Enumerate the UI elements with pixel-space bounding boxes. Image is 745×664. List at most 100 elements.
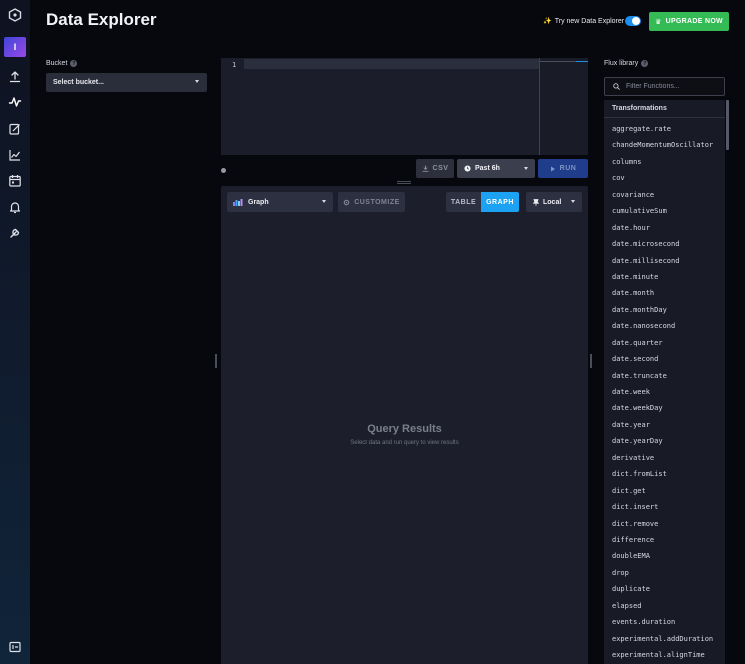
flux-function-item[interactable]: date.week: [604, 384, 725, 400]
download-icon: [422, 165, 428, 172]
flux-function-item[interactable]: date.microsecond: [604, 236, 725, 252]
visualization-type-value: Graph: [248, 198, 269, 206]
dashboards-icon[interactable]: [8, 148, 22, 162]
flux-function-item[interactable]: date.truncate: [604, 368, 725, 384]
flux-function-item[interactable]: events.duration: [604, 614, 725, 630]
csv-download-button[interactable]: CSV: [416, 159, 454, 178]
run-query-button[interactable]: RUN: [538, 159, 588, 178]
flux-function-item[interactable]: elapsed: [604, 598, 725, 614]
sparkle-icon: ✨: [543, 18, 552, 25]
flux-function-item[interactable]: date.second: [604, 351, 725, 367]
flux-function-item[interactable]: difference: [604, 532, 725, 548]
editor-gutter: 1: [221, 58, 244, 155]
help-icon[interactable]: ?: [70, 60, 78, 67]
graph-icon: [233, 198, 243, 206]
pin-icon: [533, 198, 539, 206]
customize-label: CUSTOMIZE: [354, 198, 400, 206]
help-icon[interactable]: ?: [641, 60, 649, 67]
flux-function-item[interactable]: aggregate.rate: [604, 121, 725, 137]
flux-function-item[interactable]: dict.fromList: [604, 466, 725, 482]
flux-function-item[interactable]: experimental.addDuration: [604, 631, 725, 647]
flux-function-item[interactable]: date.monthDay: [604, 302, 725, 318]
alerts-icon[interactable]: [8, 200, 22, 214]
chevron-down-icon: [322, 200, 326, 203]
new-data-explorer-toggle[interactable]: [625, 16, 641, 26]
tasks-icon[interactable]: [8, 174, 22, 188]
run-label: RUN: [559, 165, 577, 172]
flux-function-item[interactable]: date.year: [604, 417, 725, 433]
side-nav: I: [0, 0, 30, 664]
flux-function-item[interactable]: dict.insert: [604, 499, 725, 515]
try-new-label: ✨ Try new Data Explorer: [543, 17, 625, 26]
notebook-icon[interactable]: [8, 122, 22, 136]
flux-function-item[interactable]: doubleEMA: [604, 548, 725, 564]
crown-icon: ♛: [655, 18, 662, 26]
search-icon: [613, 83, 620, 90]
flux-function-item[interactable]: duplicate: [604, 581, 725, 597]
editor-minimap[interactable]: [539, 58, 588, 155]
resize-handle-right[interactable]: [590, 354, 592, 368]
flux-library-label-text: Flux library: [604, 60, 639, 67]
clock-icon: [464, 165, 471, 172]
empty-results-subtitle: Select data and run query to view result…: [350, 440, 459, 446]
flux-function-item[interactable]: date.month: [604, 285, 725, 301]
resize-handle-horizontal[interactable]: [397, 181, 411, 184]
upgrade-now-button[interactable]: ♛ UPGRADE NOW: [649, 12, 729, 31]
flux-function-item[interactable]: date.minute: [604, 269, 725, 285]
org-avatar[interactable]: I: [4, 37, 26, 57]
data-explorer-icon[interactable]: [8, 95, 22, 109]
flux-function-item[interactable]: date.quarter: [604, 335, 725, 351]
flux-function-item[interactable]: date.weekDay: [604, 400, 725, 416]
flux-function-item[interactable]: date.millisecond: [604, 253, 725, 269]
flux-function-item[interactable]: date.hour: [604, 220, 725, 236]
filter-functions-input[interactable]: [626, 83, 721, 90]
chevron-down-icon: [195, 80, 199, 83]
flux-function-item[interactable]: cov: [604, 170, 725, 186]
timezone-dropdown[interactable]: Local: [526, 192, 582, 212]
page-title: Data Explorer: [46, 10, 157, 29]
flux-function-item[interactable]: covariance: [604, 187, 725, 203]
collapse-icon[interactable]: [8, 640, 22, 654]
flux-list-scrollbar[interactable]: [726, 100, 729, 150]
play-icon: [550, 166, 555, 171]
bucket-dropdown[interactable]: Select bucket...: [46, 73, 207, 92]
editor-current-line[interactable]: [244, 59, 584, 69]
flux-function-item[interactable]: dict.get: [604, 483, 725, 499]
flux-editor[interactable]: 1: [221, 58, 588, 155]
run-status-indicator: [221, 168, 226, 173]
view-graph-toggle[interactable]: GRAPH: [481, 192, 519, 212]
customize-button[interactable]: CUSTOMIZE: [338, 192, 405, 212]
view-table-toggle[interactable]: TABLE: [446, 192, 481, 212]
line-number: 1: [232, 61, 237, 69]
flux-function-item[interactable]: dict.remove: [604, 516, 725, 532]
visualization-type-dropdown[interactable]: Graph: [227, 192, 333, 212]
flux-function-item[interactable]: date.nanosecond: [604, 318, 725, 334]
settings-icon[interactable]: [8, 226, 22, 240]
bucket-label: Bucket ?: [46, 60, 78, 67]
csv-label: CSV: [432, 165, 449, 172]
flux-function-item[interactable]: cumulativeSum: [604, 203, 725, 219]
upload-icon[interactable]: [8, 70, 22, 84]
empty-results-title: Query Results: [367, 423, 442, 435]
flux-function-item[interactable]: date.yearDay: [604, 433, 725, 449]
flux-function-item[interactable]: experimental.alignTime: [604, 647, 725, 663]
flux-function-item[interactable]: columns: [604, 154, 725, 170]
filter-functions-field[interactable]: [604, 77, 725, 96]
app-window: I Data Explorer ✨ Try new Data Explorer: [0, 0, 745, 664]
flux-function-item[interactable]: chandeMomentumOscillator: [604, 137, 725, 153]
flux-function-list: aggregate.rate chandeMomentumOscillator co…: [604, 121, 725, 663]
upgrade-label: UPGRADE NOW: [665, 18, 723, 25]
influx-logo-icon[interactable]: [8, 8, 22, 22]
time-range-dropdown[interactable]: Past 6h: [457, 159, 535, 178]
flux-function-item[interactable]: drop: [604, 565, 725, 581]
flux-function-item[interactable]: derivative: [604, 450, 725, 466]
time-range-value: Past 6h: [475, 165, 500, 172]
flux-library-label: Flux library ?: [604, 60, 649, 67]
flux-category-header: Transformations: [604, 100, 725, 118]
gear-icon: [343, 199, 350, 205]
resize-handle-left[interactable]: [215, 354, 217, 368]
try-new-text: Try new Data Explorer: [554, 17, 625, 25]
bucket-label-text: Bucket: [46, 60, 68, 67]
chevron-down-icon: [571, 200, 575, 203]
timezone-value: Local: [543, 198, 562, 206]
